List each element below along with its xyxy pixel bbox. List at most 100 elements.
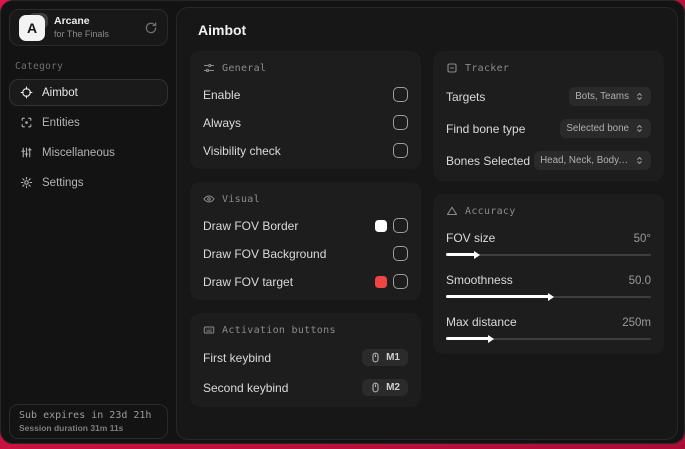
mouse-icon bbox=[370, 382, 381, 393]
smoothness-value: 50.0 bbox=[628, 275, 651, 287]
max-distance-value: 250m bbox=[622, 317, 651, 329]
first-keybind-button[interactable]: M1 bbox=[362, 349, 408, 366]
fov-background-checkbox[interactable] bbox=[393, 246, 408, 261]
app-subtitle: for The Finals bbox=[54, 28, 109, 39]
row-max-distance: Max distance 250m bbox=[446, 315, 651, 343]
sidebar-item-label: Settings bbox=[42, 176, 84, 189]
row-first-keybind: First keybind M1 bbox=[203, 349, 408, 366]
keybind-value: M1 bbox=[386, 352, 400, 363]
row-draw-fov-target: Draw FOV target bbox=[203, 274, 408, 289]
refresh-icon[interactable] bbox=[144, 21, 158, 35]
card-tracker-header: Tracker bbox=[446, 62, 651, 74]
row-visibility-check: Visibility check bbox=[203, 143, 408, 158]
fov-size-value: 50° bbox=[633, 233, 651, 245]
smoothness-slider[interactable] bbox=[446, 292, 651, 301]
row-second-keybind: Second keybind M2 bbox=[203, 379, 408, 396]
subscription-info: Sub expires in 23d 21h Session duration … bbox=[9, 404, 168, 439]
row-bones-selected: Bones Selected Head, Neck, Body, Pe.. bbox=[446, 151, 651, 170]
slider-thumb[interactable] bbox=[488, 334, 495, 343]
row-always: Always bbox=[203, 115, 408, 130]
targets-select[interactable]: Bots, Teams bbox=[569, 87, 651, 106]
sidebar-item-entities[interactable]: Entities bbox=[9, 109, 168, 136]
always-checkbox[interactable] bbox=[393, 115, 408, 130]
page-title: Aimbot bbox=[198, 22, 247, 38]
gear-icon bbox=[20, 176, 33, 189]
app-titles: Arcane for The Finals bbox=[54, 15, 109, 39]
slider-thumb[interactable] bbox=[547, 292, 554, 301]
select-value: Head, Neck, Body, Pe.. bbox=[540, 155, 629, 166]
unfold-icon bbox=[634, 155, 645, 166]
right-column: Tracker Targets Bots, Teams Find bone ty… bbox=[433, 51, 664, 354]
left-column: General Enable Always Visibility check V… bbox=[190, 51, 421, 407]
mouse-icon bbox=[370, 352, 381, 363]
sliders-icon bbox=[20, 146, 33, 159]
triangle-icon bbox=[446, 205, 458, 217]
card-title: Tracker bbox=[465, 62, 510, 74]
row-targets: Targets Bots, Teams bbox=[446, 87, 651, 106]
sub-expiry-text: Sub expires in 23d 21h bbox=[19, 410, 152, 421]
slider-fill bbox=[446, 292, 554, 301]
category-label: Category bbox=[15, 61, 64, 72]
card-accuracy-header: Accuracy bbox=[446, 205, 651, 217]
select-value: Selected bone bbox=[566, 123, 629, 134]
app-header: A Arcane for The Finals bbox=[9, 9, 168, 46]
find-bone-type-select[interactable]: Selected bone bbox=[560, 119, 651, 138]
content-columns: General Enable Always Visibility check V… bbox=[190, 51, 664, 407]
slider-thumb[interactable] bbox=[473, 250, 480, 259]
sidebar-item-aimbot[interactable]: Aimbot bbox=[9, 79, 168, 106]
card-title: General bbox=[222, 62, 267, 74]
sidebar-item-label: Entities bbox=[42, 116, 80, 129]
visibility-check-checkbox[interactable] bbox=[393, 143, 408, 158]
select-value: Bots, Teams bbox=[575, 91, 629, 102]
crosshair-icon bbox=[20, 86, 33, 99]
eye-icon bbox=[203, 193, 215, 205]
row-enable: Enable bbox=[203, 87, 408, 102]
row-smoothness: Smoothness 50.0 bbox=[446, 273, 651, 301]
card-title: Activation buttons bbox=[222, 324, 336, 336]
sidebar-nav: Aimbot Entities Miscellaneous Settings bbox=[9, 79, 168, 196]
scan-icon bbox=[20, 116, 33, 129]
sidebar-item-label: Miscellaneous bbox=[42, 146, 115, 159]
app-logo-letter: A bbox=[19, 14, 45, 41]
row-fov-size: FOV size 50° bbox=[446, 231, 651, 259]
sidebar-item-label: Aimbot bbox=[42, 86, 78, 99]
card-general-header: General bbox=[203, 62, 408, 74]
app-window: A Arcane for The Finals Category Aimbot bbox=[0, 0, 685, 444]
card-tracker: Tracker Targets Bots, Teams Find bone ty… bbox=[433, 51, 664, 181]
sidebar: A Arcane for The Finals Category Aimbot bbox=[1, 1, 176, 443]
app-name: Arcane bbox=[54, 15, 90, 28]
sidebar-item-miscellaneous[interactable]: Miscellaneous bbox=[9, 139, 168, 166]
slider-fill bbox=[446, 250, 480, 259]
keybind-value: M2 bbox=[386, 382, 400, 393]
session-duration-text: Session duration 31m 11s bbox=[19, 423, 124, 433]
card-visual: Visual Draw FOV Border Draw FOV Backgrou… bbox=[190, 182, 421, 300]
row-find-bone-type: Find bone type Selected bone bbox=[446, 119, 651, 138]
card-visual-header: Visual bbox=[203, 193, 408, 205]
enable-checkbox[interactable] bbox=[393, 87, 408, 102]
main-panel: Aimbot General Enable Always Visibility … bbox=[176, 7, 678, 440]
card-activation-buttons: Activation buttons First keybind M1 Seco… bbox=[190, 313, 421, 407]
card-title: Visual bbox=[222, 193, 260, 205]
max-distance-slider[interactable] bbox=[446, 334, 651, 343]
card-title: Accuracy bbox=[465, 205, 516, 217]
unfold-icon bbox=[634, 91, 645, 102]
row-draw-fov-background: Draw FOV Background bbox=[203, 246, 408, 261]
slider-fill bbox=[446, 334, 495, 343]
sliders-horizontal-icon bbox=[203, 62, 215, 74]
fov-border-checkbox[interactable] bbox=[393, 218, 408, 233]
fov-target-checkbox[interactable] bbox=[393, 274, 408, 289]
fov-size-slider[interactable] bbox=[446, 250, 651, 259]
sidebar-item-settings[interactable]: Settings bbox=[9, 169, 168, 196]
unfold-icon bbox=[634, 123, 645, 134]
square-minus-icon bbox=[446, 62, 458, 74]
card-general: General Enable Always Visibility check bbox=[190, 51, 421, 169]
row-draw-fov-border: Draw FOV Border bbox=[203, 218, 408, 233]
fov-target-color-swatch[interactable] bbox=[375, 275, 387, 288]
fov-border-color-swatch[interactable] bbox=[375, 219, 387, 232]
app-logo: A bbox=[19, 12, 48, 41]
bones-selected-select[interactable]: Head, Neck, Body, Pe.. bbox=[534, 151, 651, 170]
keyboard-icon bbox=[203, 324, 215, 336]
second-keybind-button[interactable]: M2 bbox=[362, 379, 408, 396]
card-activation-header: Activation buttons bbox=[203, 324, 408, 336]
card-accuracy: Accuracy FOV size 50° Smoothness 50.0 Ma… bbox=[433, 194, 664, 354]
